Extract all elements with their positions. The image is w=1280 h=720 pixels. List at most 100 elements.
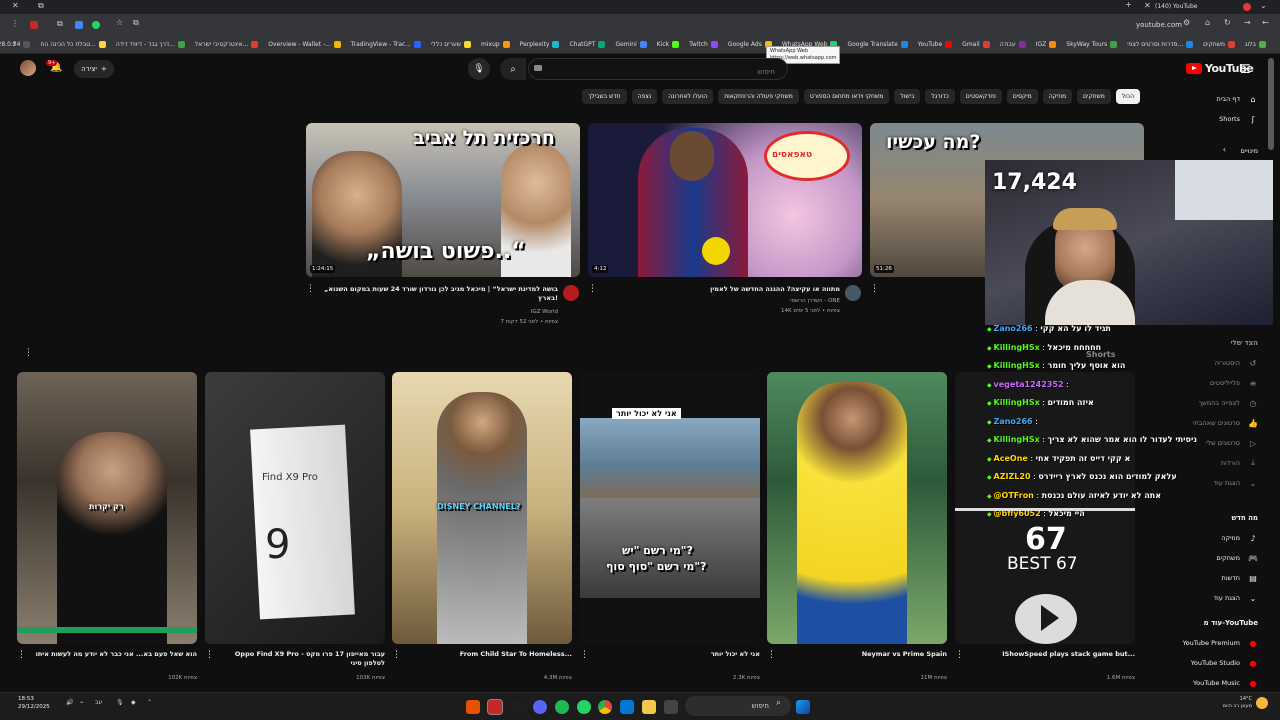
sidebar-item[interactable]: הצגת עוד ⌄	[1213, 475, 1258, 491]
tab-title[interactable]: (140) YouTube	[1155, 3, 1197, 10]
channel-name[interactable]: השדרן הרשמי - ONE	[600, 297, 840, 305]
chat-username[interactable]: AceOne	[994, 454, 1028, 463]
keyboard-icon[interactable]	[534, 65, 542, 71]
tray-app-icon[interactable]: ◆	[131, 699, 136, 706]
short-title[interactable]: From Child Star To Homeless...	[404, 650, 572, 659]
sidebar-item[interactable]: סרטונים שאהבתי 👍	[1193, 415, 1258, 431]
close-window-icon[interactable]: ✕	[12, 1, 19, 10]
short-options-icon[interactable]: ⋮	[955, 650, 964, 660]
share-icon[interactable]: ⧉	[133, 18, 139, 28]
network-icon[interactable]: ⌁	[80, 699, 84, 706]
bookmark-item[interactable]: סדרות וסרטים לצפי...	[1127, 41, 1194, 48]
filter-chip[interactable]: נצפה	[631, 89, 658, 104]
search-input[interactable]	[529, 62, 787, 82]
sidebar-item[interactable]: YouTube Studio ●	[1191, 655, 1258, 671]
video-options-icon[interactable]: ⋮	[306, 284, 315, 294]
bookmarks-overflow-icon[interactable]: «	[12, 39, 16, 47]
bookmark-item[interactable]: TradingView - Trac...	[351, 41, 422, 48]
search-button[interactable]: ⌕	[500, 58, 526, 80]
shorts-shelf-options-icon[interactable]: ⋮	[24, 348, 33, 358]
voice-search-button[interactable]: 🎙	[468, 58, 490, 80]
chat-username[interactable]: KillingHSx	[994, 343, 1040, 352]
sidebar-item[interactable]: היסטוריה ↺	[1215, 355, 1258, 371]
bookmark-item[interactable]: שערים כללי	[431, 41, 472, 48]
short-options-icon[interactable]: ⋮	[392, 650, 401, 660]
speaker-icon[interactable]: 🔊	[66, 699, 73, 706]
weather-widget[interactable]: 14°C מעונן רב היום	[1218, 696, 1252, 710]
restore-window-icon[interactable]: ⧉	[38, 1, 44, 11]
chat-username[interactable]: @OTFron	[994, 491, 1034, 500]
bookmark-item[interactable]: Twitch	[689, 41, 718, 48]
bookmark-item[interactable]: SkyWay Tours	[1066, 41, 1118, 48]
short-title[interactable]: Neymar vs Prime Spain	[779, 650, 947, 659]
reload-icon[interactable]: ↻	[1224, 18, 1231, 27]
sidebar-item-shorts[interactable]: Shorts ʃ	[1219, 111, 1258, 127]
bookmark-item[interactable]: Kick	[657, 41, 680, 48]
site-settings-icon[interactable]: ⚙	[1183, 18, 1190, 27]
app-icon[interactable]	[512, 700, 526, 714]
filter-chip[interactable]: משחקי וידאו מתחום הספורט	[803, 89, 890, 104]
short-title[interactable]: IShowSpeed plays stack game but...	[967, 650, 1135, 659]
bookmark-item[interactable]: ChatGPT	[569, 41, 606, 48]
channel-avatar[interactable]	[845, 285, 861, 301]
back-icon[interactable]: ←	[1262, 18, 1269, 27]
short-thumbnail[interactable]: DISNEY CHANNEL?	[392, 372, 572, 644]
video-options-icon[interactable]: ⋮	[588, 284, 597, 294]
bookmark-item[interactable]: Overview - Wallet -...	[268, 41, 341, 48]
bookmark-item[interactable]: טבלת כל הכינה הח...	[40, 41, 106, 48]
short-thumbnail[interactable]	[767, 372, 947, 644]
create-button[interactable]: יצירה +	[74, 60, 114, 78]
filter-chip[interactable]: משחקים	[1077, 89, 1111, 104]
windows-start-icon[interactable]	[796, 700, 810, 714]
whatsapp-icon[interactable]	[577, 700, 591, 714]
filter-chip[interactable]: כדורגל	[925, 89, 955, 104]
short-title[interactable]: Oppo Find X9 Pro - עבור מאייפון 17 פרו מ…	[217, 650, 385, 668]
account-avatar[interactable]	[20, 60, 36, 76]
chrome-icon[interactable]	[598, 700, 612, 714]
sidebar-item[interactable]: YouTube Music ●	[1193, 675, 1258, 691]
bookmark-item[interactable]: IGZ	[1036, 41, 1057, 48]
sidebar-item-home[interactable]: דף הבית ⌂	[1216, 91, 1258, 107]
sidebar-item[interactable]: לצפייה בהמשך ◷	[1199, 395, 1258, 411]
chat-username[interactable]: AZIZL20	[994, 472, 1031, 481]
bookmark-item[interactable]: YouTube	[918, 41, 953, 48]
chevron-down-icon[interactable]: ⌄	[1260, 1, 1267, 10]
video-title[interactable]: „בושה למדינת ישראל“ | מיכאל מגיב לכן גור…	[318, 285, 558, 303]
page-scrollbar[interactable]	[1268, 58, 1274, 150]
short-thumbnail[interactable]: אני לא יכול יותר מי רשם "יש"? מי רשם "סו…	[580, 372, 760, 644]
short-title[interactable]: הוא שאל פעם בא... אני כבר לא יודע מה לעש…	[29, 650, 197, 659]
short-options-icon[interactable]: ⋮	[205, 650, 214, 660]
sidebar-item[interactable]: הורדות ⤓	[1221, 455, 1258, 471]
sidebar-item[interactable]: פלייליסטים ≡	[1210, 375, 1258, 391]
search-box[interactable]	[528, 58, 788, 82]
star-icon[interactable]: ☆	[116, 18, 123, 27]
chat-username[interactable]: KillingHSx	[994, 398, 1040, 407]
filter-chip[interactable]: הועלו לאחרונה	[662, 89, 714, 104]
puzzle-icon[interactable]: ⧉	[57, 19, 63, 29]
menu-icon[interactable]: ⋮	[11, 19, 19, 28]
tray-overflow-icon[interactable]: ⌃	[147, 699, 152, 706]
bookmark-item[interactable]: Gemini	[615, 41, 647, 48]
app-icon[interactable]	[466, 700, 480, 714]
bookmark-item[interactable]: עבודה	[1000, 41, 1026, 48]
sidebar-item[interactable]: חדשות ▤	[1222, 570, 1258, 586]
youtube-logo[interactable]: YouTube	[1186, 62, 1254, 75]
mic-tray-icon[interactable]: 🎙	[116, 699, 124, 706]
bookmark-item[interactable]: Google Translate	[847, 41, 908, 48]
chat-username[interactable]: Zano266	[994, 324, 1033, 333]
recording-app-icon[interactable]	[487, 699, 503, 715]
channel-avatar[interactable]	[563, 285, 579, 301]
bookmark-item[interactable]: דרך גבר - דיוויד דידה...	[116, 41, 185, 48]
sidebar-item[interactable]: YouTube Premium ●	[1183, 635, 1258, 651]
video-options-icon[interactable]: ⋮	[870, 284, 879, 294]
address-bar[interactable]: youtube.com	[1136, 21, 1182, 29]
video-thumbnail[interactable]: טאפאסים 4:12	[588, 123, 862, 277]
chat-username[interactable]: vegeta1242352	[994, 380, 1064, 389]
bookmark-item[interactable]: אינטרקטיבי ישראל...	[195, 41, 259, 48]
system-clock[interactable]: 18:53 29/12/2025	[18, 695, 50, 711]
new-tab-icon[interactable]: +	[1125, 0, 1132, 9]
bookmark-item[interactable]: mixup	[481, 41, 510, 48]
sidebar-item[interactable]: סרטונים שלי ▷	[1206, 435, 1258, 451]
video-thumbnail[interactable]: חרכזית תל אביב „פשוט בושה..“ 1:24:15	[306, 123, 580, 277]
chat-username[interactable]: KillingHSx	[994, 361, 1040, 370]
